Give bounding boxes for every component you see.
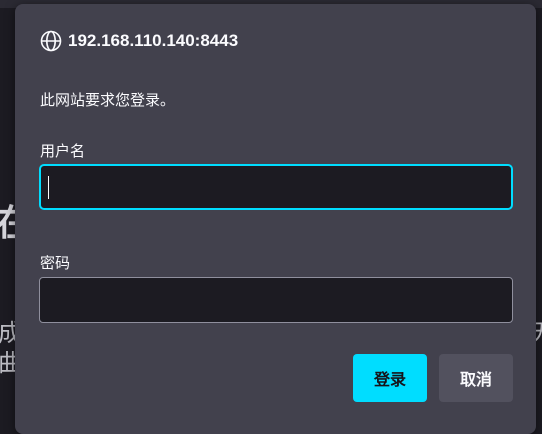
text-caret: [48, 176, 49, 199]
password-input[interactable]: [39, 277, 513, 323]
password-label: 密码: [40, 255, 71, 272]
username-label: 用户名: [40, 143, 86, 160]
auth-dialog: 192.168.110.140:8443 此网站要求您登录。 用户名 密码 登录…: [15, 4, 536, 434]
dialog-header: 192.168.110.140:8443: [40, 30, 238, 52]
login-button[interactable]: 登录: [353, 354, 427, 402]
globe-icon: [40, 30, 62, 52]
login-message: 此网站要求您登录。: [40, 92, 176, 109]
username-input[interactable]: [39, 164, 513, 210]
site-host: 192.168.110.140:8443: [68, 31, 239, 50]
cancel-button[interactable]: 取消: [439, 354, 513, 402]
